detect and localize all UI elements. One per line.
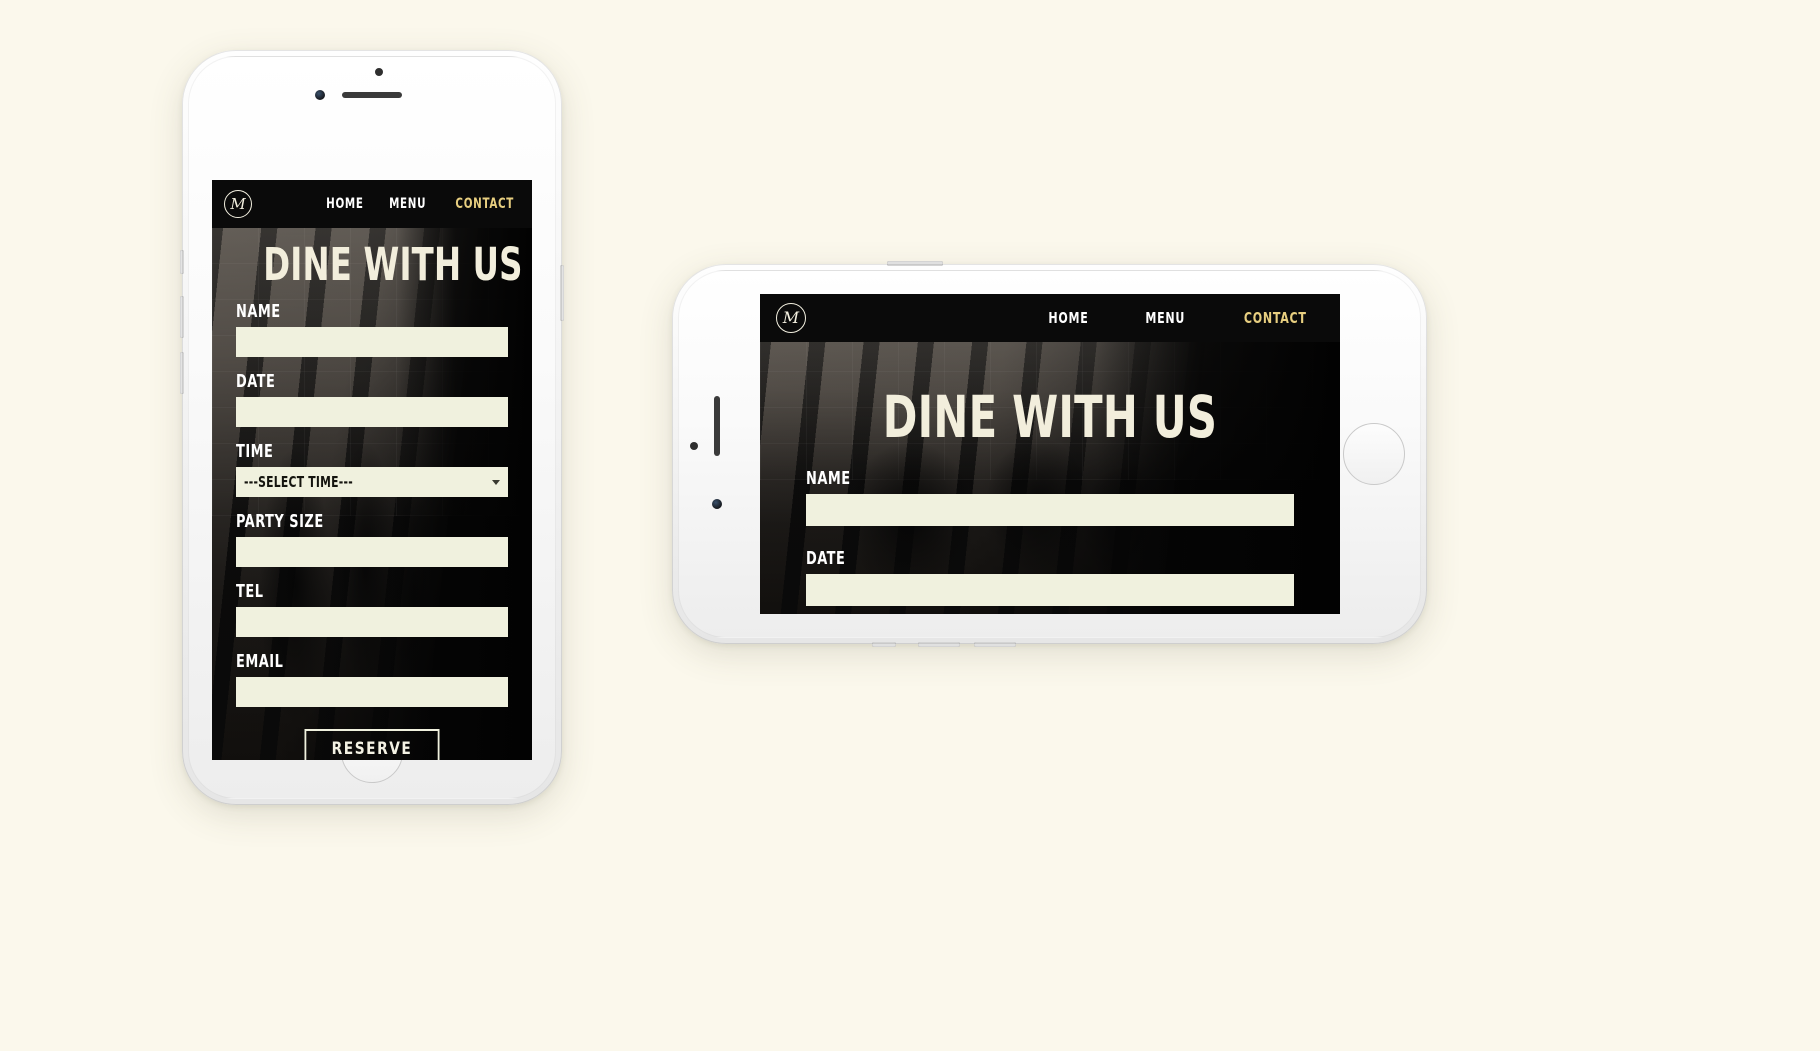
nav-link-home[interactable]: HOME [1048,309,1088,327]
email-input[interactable] [236,677,508,707]
field-party-size: PARTY SIZE [236,511,508,567]
nav-link-home[interactable]: HOME [326,196,364,212]
field-time: TIME ---SELECT TIME--- [236,441,508,497]
nav-link-contact[interactable]: CONTACT [455,196,514,212]
portrait-earpiece-speaker-icon [342,92,402,98]
field-tel: TEL [236,581,508,637]
field-date: DATE [236,371,508,427]
monogram-m-circle-icon[interactable]: M [224,190,252,218]
portrait-navbar: M HOME MENU CONTACT [212,180,532,228]
portrait-website: M HOME MENU CONTACT DINE WITH US NAME DA… [212,180,532,760]
landscape-mute-switch[interactable] [872,642,896,647]
portrait-mute-switch[interactable] [180,250,184,274]
landscape-earpiece-speaker-icon [714,396,720,456]
landscape-proximity-sensor-icon [690,442,698,450]
field-name: NAME [236,301,508,357]
landscape-content: DINE WITH US NAME DATE TIME [760,388,1340,614]
landscape-power-button[interactable] [887,261,943,266]
tel-input[interactable] [236,607,508,637]
landscape-navbar: M HOME MENU CONTACT [760,294,1340,342]
field-name: NAME [806,468,1294,526]
landscape-nav-links: HOME MENU CONTACT [1044,309,1324,327]
chevron-down-icon [492,479,500,485]
date-input[interactable] [806,574,1294,606]
portrait-front-camera-icon [315,90,325,100]
nav-link-menu[interactable]: MENU [1145,309,1185,327]
landscape-volume-down-button[interactable] [974,642,1016,647]
portrait-volume-down-button[interactable] [180,352,184,394]
field-email: EMAIL [236,651,508,707]
portrait-volume-up-button[interactable] [180,296,184,338]
landscape-front-camera-icon [712,499,722,509]
field-label-time: TIME [236,441,274,462]
phone-landscape-device: M HOME MENU CONTACT DINE WITH US NAME DA… [672,261,1427,647]
monogram-m-circle-icon[interactable]: M [776,303,806,333]
page-title: DINE WITH US [263,238,523,291]
landscape-volume-up-button[interactable] [918,642,960,647]
field-label-tel: TEL [236,581,264,602]
field-date: DATE [806,548,1294,606]
page-title: DINE WITH US [882,383,1218,451]
field-label-email: EMAIL [236,651,284,672]
portrait-power-button[interactable] [560,265,564,321]
name-input[interactable] [236,327,508,357]
name-input[interactable] [806,494,1294,526]
field-label-name: NAME [806,468,851,489]
party-size-input[interactable] [236,537,508,567]
time-select-value: ---SELECT TIME--- [244,473,353,491]
reserve-button[interactable]: RESERVE [304,729,440,760]
phone-portrait-device: M HOME MENU CONTACT DINE WITH US NAME DA… [180,50,564,805]
field-label-party-size: PARTY SIZE [236,511,324,532]
field-label-date: DATE [236,371,276,392]
landscape-home-button[interactable] [1343,423,1405,485]
portrait-nav-links: HOME MENU CONTACT [322,196,521,212]
field-label-name: NAME [236,301,281,322]
date-input[interactable] [236,397,508,427]
nav-link-contact[interactable]: CONTACT [1244,309,1307,327]
portrait-proximity-sensor-icon [375,68,383,76]
field-label-date: DATE [806,548,846,569]
time-select[interactable]: ---SELECT TIME--- [236,467,508,497]
nav-link-menu[interactable]: MENU [389,196,426,212]
portrait-screen: M HOME MENU CONTACT DINE WITH US NAME DA… [212,180,532,760]
landscape-website: M HOME MENU CONTACT DINE WITH US NAME DA… [760,294,1340,614]
portrait-content: DINE WITH US NAME DATE TIME ---SELECT TI… [212,242,532,760]
landscape-screen: M HOME MENU CONTACT DINE WITH US NAME DA… [760,294,1340,614]
